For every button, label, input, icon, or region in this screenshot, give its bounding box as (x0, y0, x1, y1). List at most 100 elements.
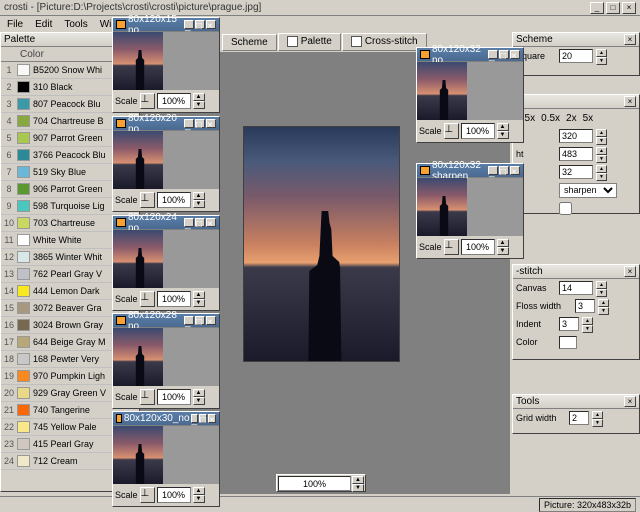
up-icon[interactable]: ▲ (596, 147, 607, 155)
scale-value[interactable]: 100% (157, 487, 191, 503)
scale-fit-button[interactable]: ⊥ (140, 389, 155, 405)
up-icon[interactable]: ▲ (596, 49, 607, 57)
scale-up-icon[interactable]: ▲ (193, 389, 205, 397)
preview-image[interactable] (113, 131, 219, 189)
width-input[interactable] (559, 129, 593, 143)
tab-palette[interactable]: Palette (278, 33, 341, 50)
scale-fit-button[interactable]: ⊥ (444, 123, 459, 139)
down-icon[interactable]: ▼ (582, 325, 593, 333)
preview-window[interactable]: 80x120x32 sharpen_□×Scale⊥100%▲▼ (416, 163, 524, 259)
zoom-5x[interactable]: 5x (583, 113, 594, 124)
menu-file[interactable]: File (2, 18, 28, 31)
down-icon[interactable]: ▼ (596, 137, 607, 145)
scale-fit-button[interactable]: ⊥ (444, 239, 459, 255)
grid-input[interactable] (569, 411, 589, 425)
preview-close-icon[interactable]: × (208, 414, 216, 423)
up-icon[interactable]: ▲ (598, 299, 609, 307)
preview-image[interactable] (113, 328, 219, 386)
scale-down-icon[interactable]: ▼ (193, 299, 205, 307)
preview-image[interactable] (417, 178, 523, 236)
scale-fit-button[interactable]: ⊥ (140, 291, 155, 307)
scale-down-icon[interactable]: ▼ (497, 247, 509, 255)
zoom-2x[interactable]: 2x (566, 113, 577, 124)
preview-min-icon[interactable]: _ (184, 20, 194, 29)
preview-min-icon[interactable]: _ (191, 414, 199, 423)
preview-window[interactable]: 80x120x32 no_□×Scale⊥100%▲▼ (416, 47, 524, 143)
preview-close-icon[interactable]: × (206, 218, 216, 227)
scale-up-icon[interactable]: ▲ (193, 192, 205, 200)
preview-image[interactable] (113, 426, 219, 484)
filter-select[interactable]: sharpen (559, 183, 617, 198)
up-icon[interactable]: ▲ (582, 317, 593, 325)
cross-close-icon[interactable]: × (624, 266, 636, 277)
preview-min-icon[interactable]: _ (184, 218, 194, 227)
scale-value[interactable]: 100% (461, 239, 495, 255)
scale-up-icon[interactable]: ▲ (193, 93, 205, 101)
preview-close-icon[interactable]: × (510, 166, 520, 175)
height-input[interactable] (559, 147, 593, 161)
up-icon[interactable]: ▲ (596, 129, 607, 137)
menu-edit[interactable]: Edit (30, 18, 57, 31)
scheme-close-icon[interactable]: × (624, 34, 636, 45)
scale-fit-button[interactable]: ⊥ (140, 487, 155, 503)
preview-max-icon[interactable]: □ (195, 119, 205, 128)
scale-value[interactable]: 100% (461, 123, 495, 139)
preview-max-icon[interactable]: □ (195, 316, 205, 325)
square-input[interactable] (559, 49, 593, 63)
scale-fit-button[interactable]: ⊥ (140, 192, 155, 208)
preview-close-icon[interactable]: × (206, 316, 216, 325)
tools-close-icon[interactable]: × (624, 396, 636, 407)
scale-value[interactable]: 100% (157, 389, 191, 405)
zoom-05x[interactable]: 0.5x (541, 113, 560, 124)
minimize-button[interactable]: _ (590, 2, 604, 14)
preview-image[interactable] (113, 32, 219, 90)
preview-window[interactable]: 80x120x28 no_□×Scale⊥100%▲▼ (112, 313, 220, 409)
preview-min-icon[interactable]: _ (488, 166, 498, 175)
scale-value[interactable]: 100% (157, 93, 191, 109)
tab-scheme[interactable]: Scheme (222, 34, 277, 51)
preview-max-icon[interactable]: □ (195, 218, 205, 227)
preview-close-icon[interactable]: × (206, 20, 216, 29)
scale-down-icon[interactable]: ▼ (193, 495, 205, 503)
preview-window[interactable]: 80x120x20 no_□×Scale⊥100%▲▼ (112, 116, 220, 212)
preview-close-icon[interactable]: × (206, 119, 216, 128)
preview-min-icon[interactable]: _ (184, 316, 194, 325)
scale-up-icon[interactable]: ▲ (193, 487, 205, 495)
preview-max-icon[interactable]: □ (199, 414, 207, 423)
colors-input[interactable] (559, 165, 593, 179)
scale-down-icon[interactable]: ▼ (193, 200, 205, 208)
zoom-down[interactable]: ▼ (352, 484, 364, 492)
down-icon[interactable]: ▼ (592, 419, 603, 427)
down-icon[interactable]: ▼ (596, 173, 607, 181)
image-close-icon[interactable]: × (624, 96, 636, 107)
preview-max-icon[interactable]: □ (499, 50, 509, 59)
floss-input[interactable] (575, 299, 595, 313)
scale-down-icon[interactable]: ▼ (193, 397, 205, 405)
preview-window[interactable]: 80x120x24 no_□×Scale⊥100%▲▼ (112, 215, 220, 311)
preview-window[interactable]: 80x120x15 no_□×Scale⊥100%▲▼ (112, 17, 220, 113)
preview-min-icon[interactable]: _ (488, 50, 498, 59)
up-icon[interactable]: ▲ (596, 165, 607, 173)
preview-image[interactable] (113, 230, 219, 288)
menu-tools[interactable]: Tools (59, 18, 92, 31)
color-swatch[interactable] (559, 336, 577, 349)
maximize-button[interactable]: □ (606, 2, 620, 14)
scale-up-icon[interactable]: ▲ (497, 123, 509, 131)
down-icon[interactable]: ▼ (596, 57, 607, 65)
scale-down-icon[interactable]: ▼ (497, 131, 509, 139)
scale-fit-button[interactable]: ⊥ (140, 93, 155, 109)
preview-max-icon[interactable]: □ (195, 20, 205, 29)
down-icon[interactable]: ▼ (596, 289, 607, 297)
scale-up-icon[interactable]: ▲ (193, 291, 205, 299)
ct-checkbox[interactable] (559, 202, 572, 215)
preview-window[interactable]: 80x120x30_no_□×Scale⊥100%▲▼ (112, 411, 220, 507)
preview-max-icon[interactable]: □ (499, 166, 509, 175)
indent-input[interactable] (559, 317, 579, 331)
up-icon[interactable]: ▲ (596, 281, 607, 289)
preview-min-icon[interactable]: _ (184, 119, 194, 128)
scale-up-icon[interactable]: ▲ (497, 239, 509, 247)
tab-cross-stitch[interactable]: Cross-stitch (342, 33, 427, 50)
up-icon[interactable]: ▲ (592, 411, 603, 419)
scale-value[interactable]: 100% (157, 291, 191, 307)
main-picture[interactable] (243, 126, 400, 362)
